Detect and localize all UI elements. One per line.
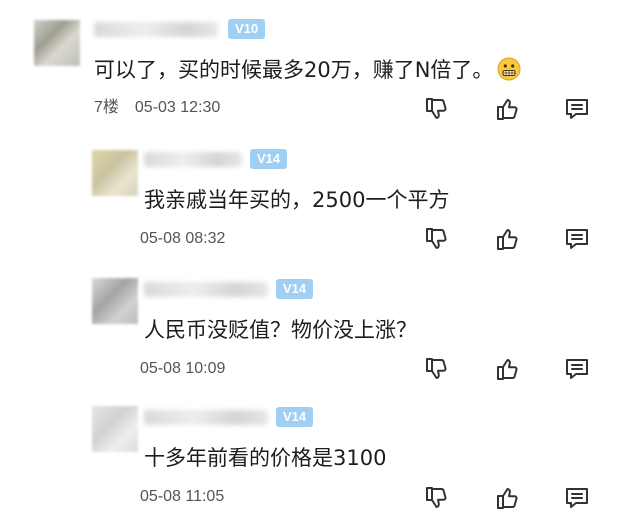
username-blurred[interactable] [144, 282, 268, 297]
floor-number: 7楼 [94, 99, 119, 116]
thumbs-down-icon[interactable] [422, 95, 450, 123]
reply-1: V14 我亲戚当年买的，2500一个平方 05-08 08:32 [0, 140, 640, 265]
thumbs-down-icon[interactable] [422, 355, 450, 383]
username-blurred[interactable] [94, 22, 218, 37]
reply-2: V14 人民币没贬值？物价没上涨？ 05-08 10:09 [0, 270, 640, 395]
comment-1: V10 可以了，买的时候最多20万，赚了N倍了。 7楼 05-03 12:30 [0, 0, 640, 130]
timestamp: 05-08 10:09 [140, 360, 226, 377]
thumbs-up-icon[interactable] [493, 225, 521, 253]
avatar[interactable] [34, 20, 80, 66]
comment-text: 我亲戚当年买的，2500一个平方 [144, 188, 450, 212]
reply-3: V14 十多年前看的价格是3100 05-08 11:05 [0, 398, 640, 522]
level-badge: V10 [228, 19, 266, 39]
reply-comment-icon[interactable] [563, 355, 591, 383]
reply-comment-icon[interactable] [563, 484, 591, 512]
timestamp: 05-08 08:32 [140, 230, 226, 247]
comment-text-content: 可以了，买的时候最多20万，赚了N倍了。 [94, 58, 494, 82]
avatar[interactable] [92, 406, 138, 452]
avatar[interactable] [92, 150, 138, 196]
comment-text: 可以了，买的时候最多20万，赚了N倍了。 [94, 56, 521, 88]
avatar[interactable] [92, 278, 138, 324]
comment-text: 人民币没贬值？物价没上涨？ [144, 318, 417, 342]
username-blurred[interactable] [144, 410, 268, 425]
level-badge: V14 [276, 279, 314, 299]
thumbs-up-icon[interactable] [493, 484, 521, 512]
grimace-emoji-icon [497, 57, 521, 88]
timestamp: 05-03 12:30 [134, 99, 221, 116]
thumbs-up-icon[interactable] [493, 355, 521, 383]
thumbs-up-icon[interactable] [493, 95, 521, 123]
comment-text: 十多年前看的价格是3100 [144, 446, 387, 470]
reply-comment-icon[interactable] [563, 225, 591, 253]
level-badge: V14 [250, 149, 288, 169]
thumbs-down-icon[interactable] [422, 225, 450, 253]
level-badge: V14 [276, 407, 314, 427]
reply-comment-icon[interactable] [563, 95, 591, 123]
thumbs-down-icon[interactable] [422, 484, 450, 512]
comment-meta: 7楼 05-03 12:30 [94, 98, 220, 118]
username-blurred[interactable] [144, 152, 242, 167]
timestamp: 05-08 11:05 [140, 488, 225, 505]
